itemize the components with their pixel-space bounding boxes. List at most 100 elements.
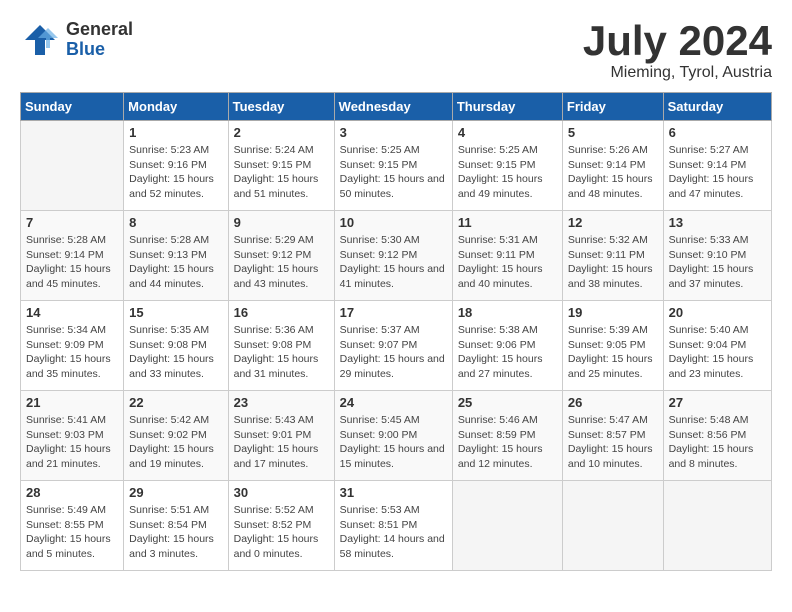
calendar-cell: 16Sunrise: 5:36 AMSunset: 9:08 PMDayligh… (228, 301, 334, 391)
day-number: 23 (234, 395, 329, 410)
calendar-cell: 20 Sunrise: 5:40 AMSunset: 9:04 PMDayligh… (663, 301, 771, 391)
day-info: Sunrise: 5:31 AMSunset: 9:11 PMDaylight:… (458, 233, 557, 292)
header-day-wednesday: Wednesday (334, 93, 452, 121)
header-day-friday: Friday (562, 93, 663, 121)
day-number: 31 (340, 485, 447, 500)
calendar-cell: 23 Sunrise: 5:43 AMSunset: 9:01 PMDayligh… (228, 391, 334, 481)
day-number: 15 (129, 305, 222, 320)
calendar-cell (562, 481, 663, 571)
day-info: Sunrise: 5:28 AMSunset: 9:14 PMDaylight:… (26, 233, 118, 292)
calendar-cell: 28Sunrise: 5:49 AMSunset: 8:55 PMDayligh… (21, 481, 124, 571)
day-number: 1 (129, 125, 222, 140)
day-number: 4 (458, 125, 557, 140)
day-info: Sunrise: 5:24 AMSunset: 9:15 PMDaylight:… (234, 143, 329, 202)
title-block: July 2024 Mieming, Tyrol, Austria (583, 20, 772, 82)
day-info: Sunrise: 5:25 AMSunset: 9:15 PMDaylight:… (458, 143, 557, 202)
day-number: 2 (234, 125, 329, 140)
calendar-header-row: SundayMondayTuesdayWednesdayThursdayFrid… (21, 93, 772, 121)
day-info: Sunrise: 5:28 AMSunset: 9:13 PMDaylight:… (129, 233, 222, 292)
calendar-week-row: 14 Sunrise: 5:34 AMSunset: 9:09 PMDayligh… (21, 301, 772, 391)
day-number: 21 (26, 395, 118, 410)
day-info: Sunrise: 5:25 AMSunset: 9:15 PMDaylight:… (340, 143, 447, 202)
day-number: 24 (340, 395, 447, 410)
calendar-cell: 22 Sunrise: 5:42 AMSunset: 9:02 PMDayligh… (124, 391, 228, 481)
header-day-saturday: Saturday (663, 93, 771, 121)
calendar-week-row: 21Sunrise: 5:41 AMSunset: 9:03 PMDayligh… (21, 391, 772, 481)
logo-icon (20, 20, 60, 60)
day-info: Sunrise: 5:42 AMSunset: 9:02 PMDaylight:… (129, 413, 222, 472)
day-number: 3 (340, 125, 447, 140)
calendar-cell: 6 Sunrise: 5:27 AMSunset: 9:14 PMDaylight… (663, 121, 771, 211)
header-day-tuesday: Tuesday (228, 93, 334, 121)
calendar-cell: 12 Sunrise: 5:32 AMSunset: 9:11 PMDayligh… (562, 211, 663, 301)
day-number: 14 (26, 305, 118, 320)
calendar-week-row: 1Sunrise: 5:23 AMSunset: 9:16 PMDaylight… (21, 121, 772, 211)
calendar-cell: 5Sunrise: 5:26 AMSunset: 9:14 PMDaylight… (562, 121, 663, 211)
header-day-monday: Monday (124, 93, 228, 121)
calendar-cell: 25 Sunrise: 5:46 AMSunset: 8:59 PMDayligh… (452, 391, 562, 481)
day-info: Sunrise: 5:47 AMSunset: 8:57 PMDaylight:… (568, 413, 658, 472)
calendar-cell: 8Sunrise: 5:28 AMSunset: 9:13 PMDaylight… (124, 211, 228, 301)
calendar-cell: 13Sunrise: 5:33 AMSunset: 9:10 PMDayligh… (663, 211, 771, 301)
day-number: 6 (669, 125, 766, 140)
calendar-cell: 19Sunrise: 5:39 AMSunset: 9:05 PMDayligh… (562, 301, 663, 391)
day-number: 5 (568, 125, 658, 140)
day-info: Sunrise: 5:40 AMSunset: 9:04 PMDaylight:… (669, 323, 766, 382)
calendar-cell: 17Sunrise: 5:37 AMSunset: 9:07 PMDayligh… (334, 301, 452, 391)
calendar-cell (452, 481, 562, 571)
calendar-cell (21, 121, 124, 211)
calendar-cell: 15 Sunrise: 5:35 AMSunset: 9:08 PMDayligh… (124, 301, 228, 391)
calendar-cell: 3 Sunrise: 5:25 AMSunset: 9:15 PMDaylight… (334, 121, 452, 211)
day-number: 20 (669, 305, 766, 320)
day-info: Sunrise: 5:32 AMSunset: 9:11 PMDaylight:… (568, 233, 658, 292)
day-info: Sunrise: 5:46 AMSunset: 8:59 PMDaylight:… (458, 413, 557, 472)
day-info: Sunrise: 5:43 AMSunset: 9:01 PMDaylight:… (234, 413, 329, 472)
calendar-cell: 27 Sunrise: 5:48 AMSunset: 8:56 PMDayligh… (663, 391, 771, 481)
page-header: General Blue July 2024 Mieming, Tyrol, A… (20, 20, 772, 82)
calendar-cell: 30 Sunrise: 5:52 AMSunset: 8:52 PMDayligh… (228, 481, 334, 571)
calendar-cell: 7 Sunrise: 5:28 AMSunset: 9:14 PMDaylight… (21, 211, 124, 301)
day-info: Sunrise: 5:35 AMSunset: 9:08 PMDaylight:… (129, 323, 222, 382)
calendar-table: SundayMondayTuesdayWednesdayThursdayFrid… (20, 92, 772, 571)
day-info: Sunrise: 5:36 AMSunset: 9:08 PMDaylight:… (234, 323, 329, 382)
day-number: 19 (568, 305, 658, 320)
day-number: 29 (129, 485, 222, 500)
day-info: Sunrise: 5:52 AMSunset: 8:52 PMDaylight:… (234, 503, 329, 562)
calendar-week-row: 7 Sunrise: 5:28 AMSunset: 9:14 PMDaylight… (21, 211, 772, 301)
calendar-cell: 9Sunrise: 5:29 AMSunset: 9:12 PMDaylight… (228, 211, 334, 301)
day-number: 7 (26, 215, 118, 230)
calendar-cell: 18Sunrise: 5:38 AMSunset: 9:06 PMDayligh… (452, 301, 562, 391)
day-number: 12 (568, 215, 658, 230)
calendar-cell: 11 Sunrise: 5:31 AMSunset: 9:11 PMDayligh… (452, 211, 562, 301)
day-info: Sunrise: 5:48 AMSunset: 8:56 PMDaylight:… (669, 413, 766, 472)
day-info: Sunrise: 5:45 AMSunset: 9:00 PMDaylight:… (340, 413, 447, 472)
day-info: Sunrise: 5:38 AMSunset: 9:06 PMDaylight:… (458, 323, 557, 382)
day-number: 13 (669, 215, 766, 230)
calendar-cell: 31Sunrise: 5:53 AMSunset: 8:51 PMDayligh… (334, 481, 452, 571)
logo-text: General Blue (66, 20, 133, 60)
day-number: 27 (669, 395, 766, 410)
calendar-cell: 1Sunrise: 5:23 AMSunset: 9:16 PMDaylight… (124, 121, 228, 211)
day-number: 10 (340, 215, 447, 230)
calendar-cell: 4 Sunrise: 5:25 AMSunset: 9:15 PMDaylight… (452, 121, 562, 211)
day-info: Sunrise: 5:34 AMSunset: 9:09 PMDaylight:… (26, 323, 118, 382)
day-number: 30 (234, 485, 329, 500)
logo: General Blue (20, 20, 133, 60)
day-info: Sunrise: 5:30 AMSunset: 9:12 PMDaylight:… (340, 233, 447, 292)
day-number: 25 (458, 395, 557, 410)
calendar-cell: 14 Sunrise: 5:34 AMSunset: 9:09 PMDayligh… (21, 301, 124, 391)
day-number: 11 (458, 215, 557, 230)
logo-blue-text: Blue (66, 40, 133, 60)
calendar-cell: 10 Sunrise: 5:30 AMSunset: 9:12 PMDayligh… (334, 211, 452, 301)
logo-general-text: General (66, 20, 133, 40)
calendar-cell: 29 Sunrise: 5:51 AMSunset: 8:54 PMDayligh… (124, 481, 228, 571)
header-day-sunday: Sunday (21, 93, 124, 121)
calendar-cell: 2 Sunrise: 5:24 AMSunset: 9:15 PMDaylight… (228, 121, 334, 211)
day-info: Sunrise: 5:51 AMSunset: 8:54 PMDaylight:… (129, 503, 222, 562)
day-number: 17 (340, 305, 447, 320)
day-number: 9 (234, 215, 329, 230)
day-number: 22 (129, 395, 222, 410)
day-info: Sunrise: 5:27 AMSunset: 9:14 PMDaylight:… (669, 143, 766, 202)
calendar-cell (663, 481, 771, 571)
day-number: 26 (568, 395, 658, 410)
